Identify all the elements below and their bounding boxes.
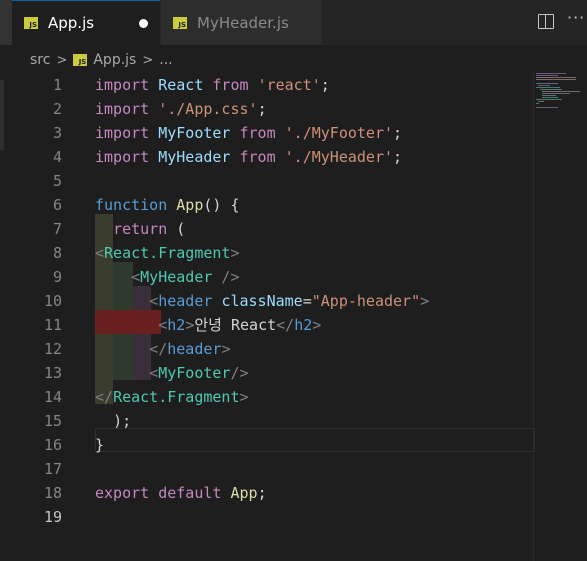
code-line: 6 function App() {: [0, 193, 587, 217]
code-line: 12 </header>: [0, 337, 587, 361]
line-number: 11: [43, 316, 62, 334]
chevron-right-icon: >: [56, 52, 68, 68]
breadcrumb-symbol[interactable]: ...: [159, 52, 172, 68]
line-number: 17: [43, 460, 62, 478]
code-editor[interactable]: 1 import React from 'react'; 2 import '.…: [0, 73, 587, 561]
js-file-icon: JS: [173, 16, 187, 29]
code-line: 3 import MyFooter from './MyFooter';: [0, 121, 587, 145]
code-line: 5: [0, 169, 587, 193]
unsaved-dot-icon[interactable]: [139, 19, 148, 28]
line-number: 2: [52, 100, 62, 118]
code-line: 9 <MyHeader />: [0, 265, 587, 289]
line-number: 16: [43, 436, 62, 454]
code-line: 15 );: [0, 409, 587, 433]
tab-label: App.js: [48, 14, 95, 32]
tab-bar: JS App.js JS MyHeader.js ···: [0, 0, 587, 45]
line-number: 15: [43, 412, 62, 430]
breadcrumb-folder[interactable]: src: [30, 52, 50, 68]
code-line: 2 import './App.css';: [0, 97, 587, 121]
code-line: 13 <MyFooter/>: [0, 361, 587, 385]
breadcrumb-file[interactable]: App.js: [93, 52, 136, 68]
line-number: 7: [52, 220, 62, 238]
code-line: 17: [0, 457, 587, 481]
code-line: 10 <header className="App-header">: [0, 289, 587, 313]
line-number: 19: [43, 508, 62, 526]
line-number: 14: [43, 388, 62, 406]
code-line: 16 }: [0, 433, 587, 457]
js-file-icon: JS: [24, 17, 38, 29]
line-number: 8: [52, 244, 62, 262]
js-file-icon: JS: [73, 54, 88, 66]
more-actions-icon[interactable]: ···: [567, 8, 585, 27]
line-number: 5: [52, 172, 62, 190]
line-number: 9: [52, 268, 62, 286]
code-line: 7 return (: [0, 217, 587, 241]
tab-label: MyHeader.js: [197, 13, 289, 32]
code-line: 14 </React.Fragment>: [0, 385, 587, 409]
split-editor-icon[interactable]: [538, 14, 554, 29]
line-number: 3: [52, 124, 62, 142]
tab-myheader-js[interactable]: JS MyHeader.js: [161, 0, 322, 45]
line-number: 1: [52, 76, 62, 94]
tab-app-js[interactable]: JS App.js: [12, 0, 160, 45]
line-number: 12: [43, 340, 62, 358]
code-line: 18 export default App;: [0, 481, 587, 505]
code-line-current: 19: [0, 505, 587, 529]
line-number: 6: [52, 196, 62, 214]
line-number: 4: [52, 148, 62, 166]
code-line: 11 <h2>안녕 React</h2>: [0, 313, 587, 337]
code-line: 8 <React.Fragment>: [0, 241, 587, 265]
activity-strip: [0, 0, 12, 45]
line-number: 18: [43, 484, 62, 502]
code-line: 4 import MyHeader from './MyHeader';: [0, 145, 587, 169]
code-line: 1 import React from 'react';: [0, 73, 587, 97]
line-number: 10: [43, 292, 62, 310]
chevron-right-icon: >: [142, 52, 154, 68]
line-number: 13: [43, 364, 62, 382]
minimap[interactable]: [536, 73, 587, 133]
breadcrumb: src > JS App.js > ...: [30, 48, 173, 72]
